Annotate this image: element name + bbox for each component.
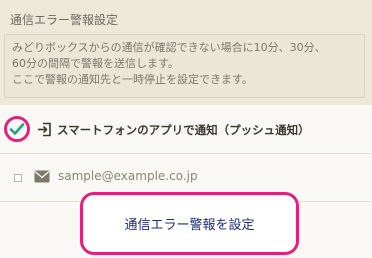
- section-title: 通信エラー警報設定: [10, 13, 119, 27]
- checkmark-icon: [9, 123, 25, 135]
- set-error-alert-button[interactable]: 通信エラー警報を設定: [80, 192, 299, 255]
- notice-line: 60分の間隔で警報を送信します。: [12, 57, 179, 70]
- email-checkbox[interactable]: [14, 174, 22, 182]
- push-option-row[interactable]: スマートフォンのアプリで通知（プッシュ通知）: [0, 105, 372, 154]
- notice-line: みどりボックスからの通信が確認できない場合に10分、30分、: [12, 41, 326, 54]
- notice-box: みどりボックスからの通信が確認できない場合に10分、30分、 60分の間隔で警報…: [4, 34, 365, 98]
- push-checkbox[interactable]: [4, 116, 30, 142]
- notice-line: ここで警報の通知先と一時停止を設定できます。: [12, 73, 253, 86]
- login-arrow-icon: [38, 122, 51, 137]
- mail-icon: [34, 170, 50, 183]
- settings-panel: スマートフォンのアプリで通知（プッシュ通知） sample@example.co…: [0, 105, 372, 258]
- email-option-label: sample@example.co.jp: [58, 169, 198, 183]
- push-option-label: スマートフォンのアプリで通知（プッシュ通知）: [57, 123, 310, 137]
